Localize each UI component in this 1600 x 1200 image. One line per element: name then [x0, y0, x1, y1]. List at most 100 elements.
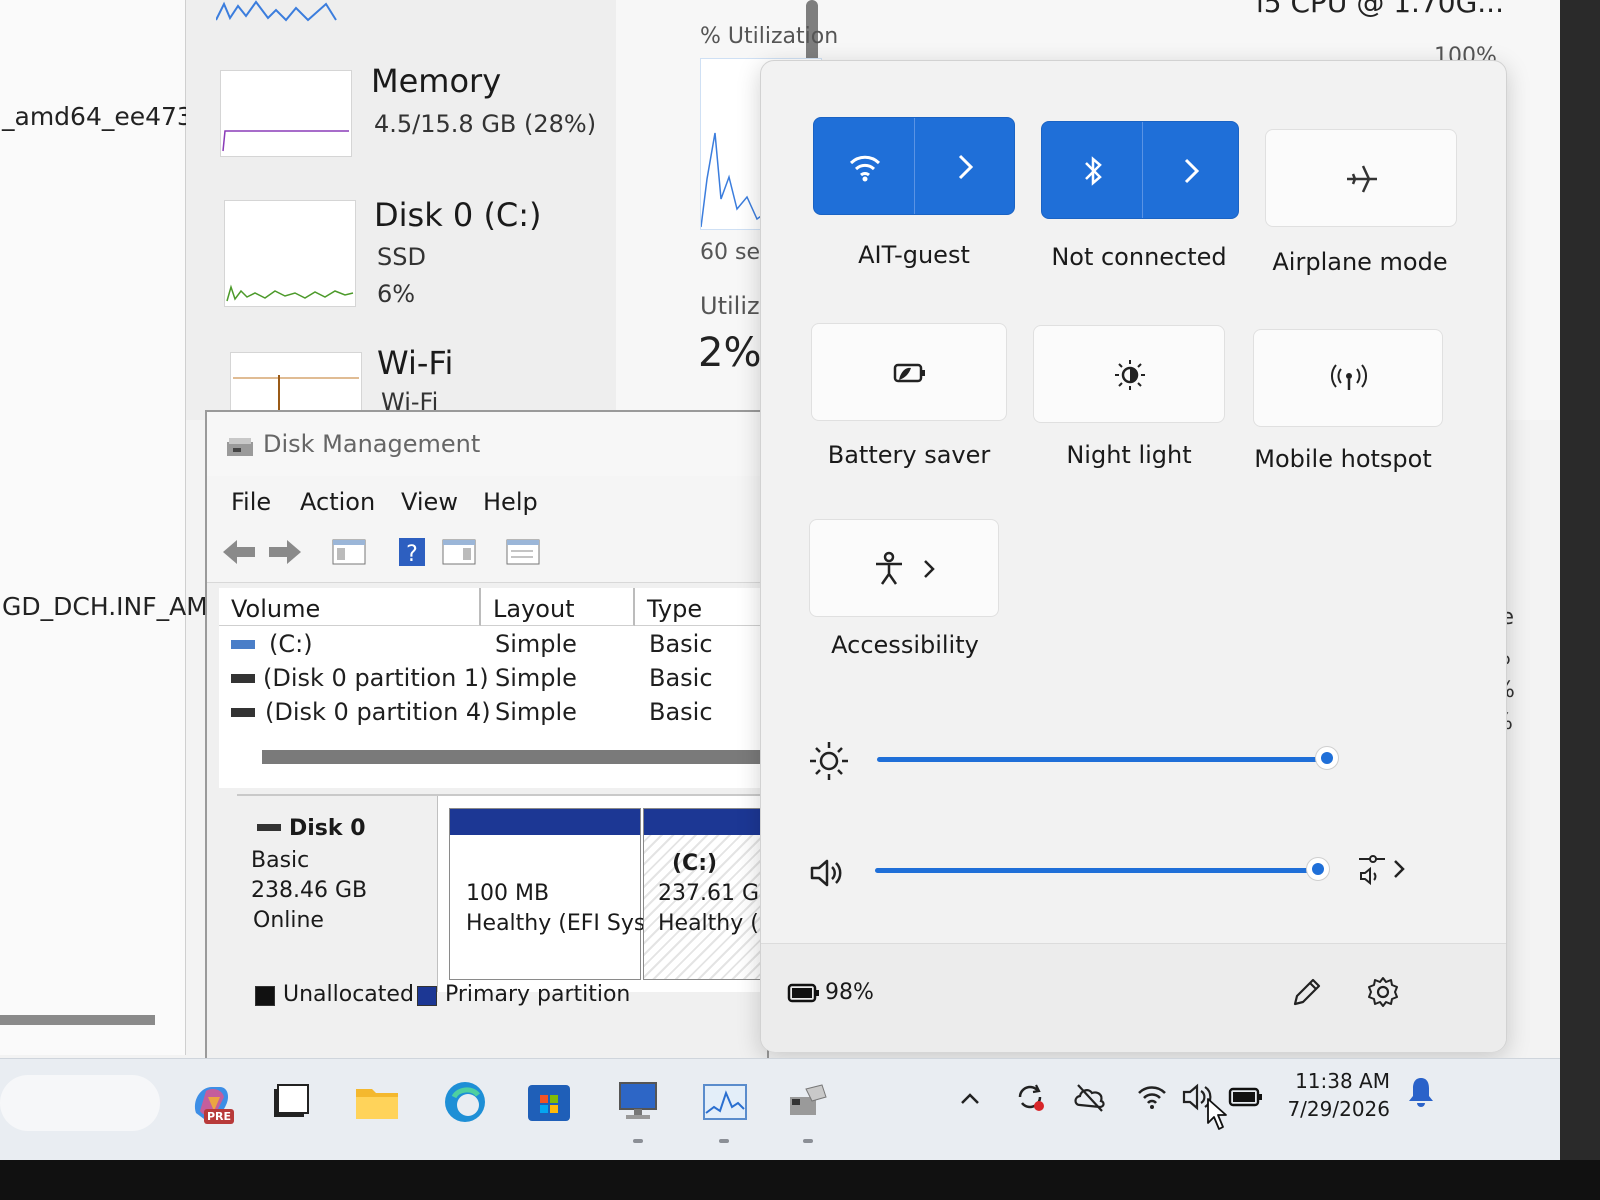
cell-layout: Simple — [495, 630, 577, 658]
sidebar-item-value: 4.5/15.8 GB (28%) — [374, 110, 597, 138]
accessibility-tile[interactable] — [809, 519, 999, 617]
microsoft-store-icon[interactable] — [524, 1077, 574, 1127]
battery-saver-tile[interactable] — [811, 323, 1007, 421]
brightness-slider-track[interactable] — [877, 757, 1327, 762]
night-light-label: Night light — [1066, 441, 1192, 469]
cell-volume: (Disk 0 partition 1) — [263, 664, 489, 692]
onedrive-offline-icon[interactable] — [1072, 1081, 1108, 1113]
wifi-tile[interactable] — [813, 117, 1015, 215]
volume-icon — [231, 708, 255, 717]
volume-icon[interactable] — [807, 853, 847, 893]
cell-volume: (C:) — [269, 630, 313, 658]
file-explorer-icon[interactable] — [352, 1077, 402, 1127]
menu-file[interactable]: File — [231, 488, 271, 516]
partition-bar — [644, 809, 768, 835]
disk-label-panel[interactable]: Disk 0 Basic 238.46 GB Online — [237, 796, 438, 992]
sidebar-item-label: Memory — [371, 62, 502, 100]
chevron-right-icon[interactable] — [942, 144, 988, 190]
airplane-mode-label: Airplane mode — [1272, 248, 1448, 276]
chevron-right-icon[interactable] — [1168, 148, 1214, 194]
legend-swatch-primary — [417, 986, 437, 1006]
left-pane-text: GD_DCH.INF_AM — [2, 592, 208, 621]
partition-status: Healthy (I — [658, 911, 766, 936]
table-horizontal-scrollbar[interactable] — [262, 750, 767, 764]
battery-tray-icon[interactable] — [1228, 1083, 1264, 1111]
airplane-mode-tile[interactable] — [1265, 129, 1457, 227]
partition-efi[interactable]: 100 MB Healthy (EFI Sys — [449, 808, 645, 980]
disk-management-window: Disk Management File Action View Help ? … — [205, 410, 774, 1064]
disk-size: 238.46 GB — [251, 878, 368, 903]
utilization-value: 2% — [698, 330, 762, 376]
wifi-tray-icon[interactable] — [1134, 1079, 1170, 1115]
disk-thumbnail — [224, 200, 356, 307]
cell-layout: Simple — [495, 698, 577, 726]
cpu-mini-graph — [216, 0, 337, 22]
battery-saver-label: Battery saver — [827, 441, 991, 469]
cell-type: Basic — [649, 698, 713, 726]
left-pane-scrollbar[interactable] — [0, 1015, 155, 1025]
taskbar-search-box[interactable] — [0, 1075, 160, 1131]
menu-view[interactable]: View — [401, 488, 458, 516]
notification-bell-icon[interactable] — [1406, 1075, 1436, 1109]
taskbar-date[interactable]: 7/29/2026 — [1276, 1097, 1390, 1121]
airplane-icon — [1347, 165, 1377, 193]
disk-name: Disk 0 — [289, 816, 366, 841]
task-manager-sidebar: Memory 4.5/15.8 GB (28%) Disk 0 (C:) SSD… — [186, 0, 616, 422]
back-arrow-icon[interactable] — [221, 536, 257, 568]
running-app-indicator — [633, 1139, 643, 1143]
menu-action[interactable]: Action — [300, 488, 375, 516]
svg-text:?: ? — [406, 542, 418, 567]
desktop-screen: _amd64_ee473 GD_DCH.INF_AM Memory 4.5/15… — [0, 0, 1560, 1160]
wifi-tile-label: AIT-guest — [858, 241, 970, 269]
show-action-pane-icon[interactable] — [441, 536, 477, 568]
disk-status: Online — [253, 908, 324, 933]
column-header-volume[interactable]: Volume — [219, 588, 481, 626]
disk-type: Basic — [251, 848, 310, 873]
task-manager-icon[interactable] — [700, 1077, 750, 1127]
show-hidden-icons-chevron-icon[interactable] — [956, 1085, 984, 1113]
tile-divider — [1142, 122, 1143, 218]
bluetooth-tile-label: Not connected — [1051, 243, 1227, 271]
brightness-slider-thumb[interactable] — [1315, 746, 1339, 770]
remote-desktop-icon[interactable] — [614, 1077, 664, 1127]
column-header-type[interactable]: Type — [635, 588, 767, 626]
help-icon[interactable]: ? — [395, 536, 431, 568]
partition-c[interactable]: (C:) 237.61 GB Healthy (I — [643, 808, 774, 980]
toolbar: ? — [207, 526, 767, 583]
bluetooth-tile[interactable] — [1041, 121, 1239, 219]
mobile-hotspot-tile[interactable] — [1253, 329, 1443, 427]
wifi-icon — [849, 155, 881, 182]
partition-label: (C:) — [672, 851, 718, 876]
column-header-layout[interactable]: Layout — [481, 588, 635, 626]
sidebar-item-label: Wi-Fi — [377, 344, 454, 382]
running-app-indicator — [719, 1139, 729, 1143]
forward-arrow-icon[interactable] — [267, 536, 303, 568]
left-pane: _amd64_ee473 GD_DCH.INF_AM — [0, 0, 208, 1055]
cell-type: Basic — [649, 630, 713, 658]
volume-slider-track[interactable] — [875, 868, 1318, 873]
sound-output-icon[interactable] — [1355, 849, 1411, 889]
menu-help[interactable]: Help — [483, 488, 538, 516]
properties-icon[interactable] — [505, 536, 541, 568]
volume-slider-thumb[interactable] — [1306, 857, 1330, 881]
cell-volume: (Disk 0 partition 4) — [265, 698, 491, 726]
show-hide-console-icon[interactable] — [331, 536, 367, 568]
cpu-header: i5 CPU @ 1.70G... — [1256, 0, 1504, 19]
night-light-tile[interactable] — [1033, 325, 1225, 423]
computer-management-icon[interactable] — [782, 1077, 832, 1127]
legend-unallocated: Unallocated — [283, 982, 414, 1007]
cell-type: Basic — [649, 664, 713, 692]
settings-gear-icon[interactable] — [1365, 974, 1401, 1010]
accessibility-label: Accessibility — [831, 631, 979, 659]
edit-pencil-icon[interactable] — [1289, 974, 1325, 1010]
battery-icon[interactable] — [787, 982, 821, 1004]
title-bar[interactable]: Disk Management — [207, 412, 767, 476]
running-app-indicator — [803, 1139, 813, 1143]
quick-settings-footer: 98% — [761, 943, 1506, 1052]
taskbar-time[interactable]: 11:38 AM — [1276, 1069, 1390, 1093]
edge-browser-icon[interactable] — [440, 1077, 490, 1127]
sidebar-item-label: Disk 0 (C:) — [374, 196, 542, 234]
copilot-app-icon[interactable]: PRE — [186, 1077, 236, 1127]
task-view-icon[interactable] — [266, 1077, 316, 1127]
sync-icon[interactable] — [1012, 1079, 1048, 1115]
